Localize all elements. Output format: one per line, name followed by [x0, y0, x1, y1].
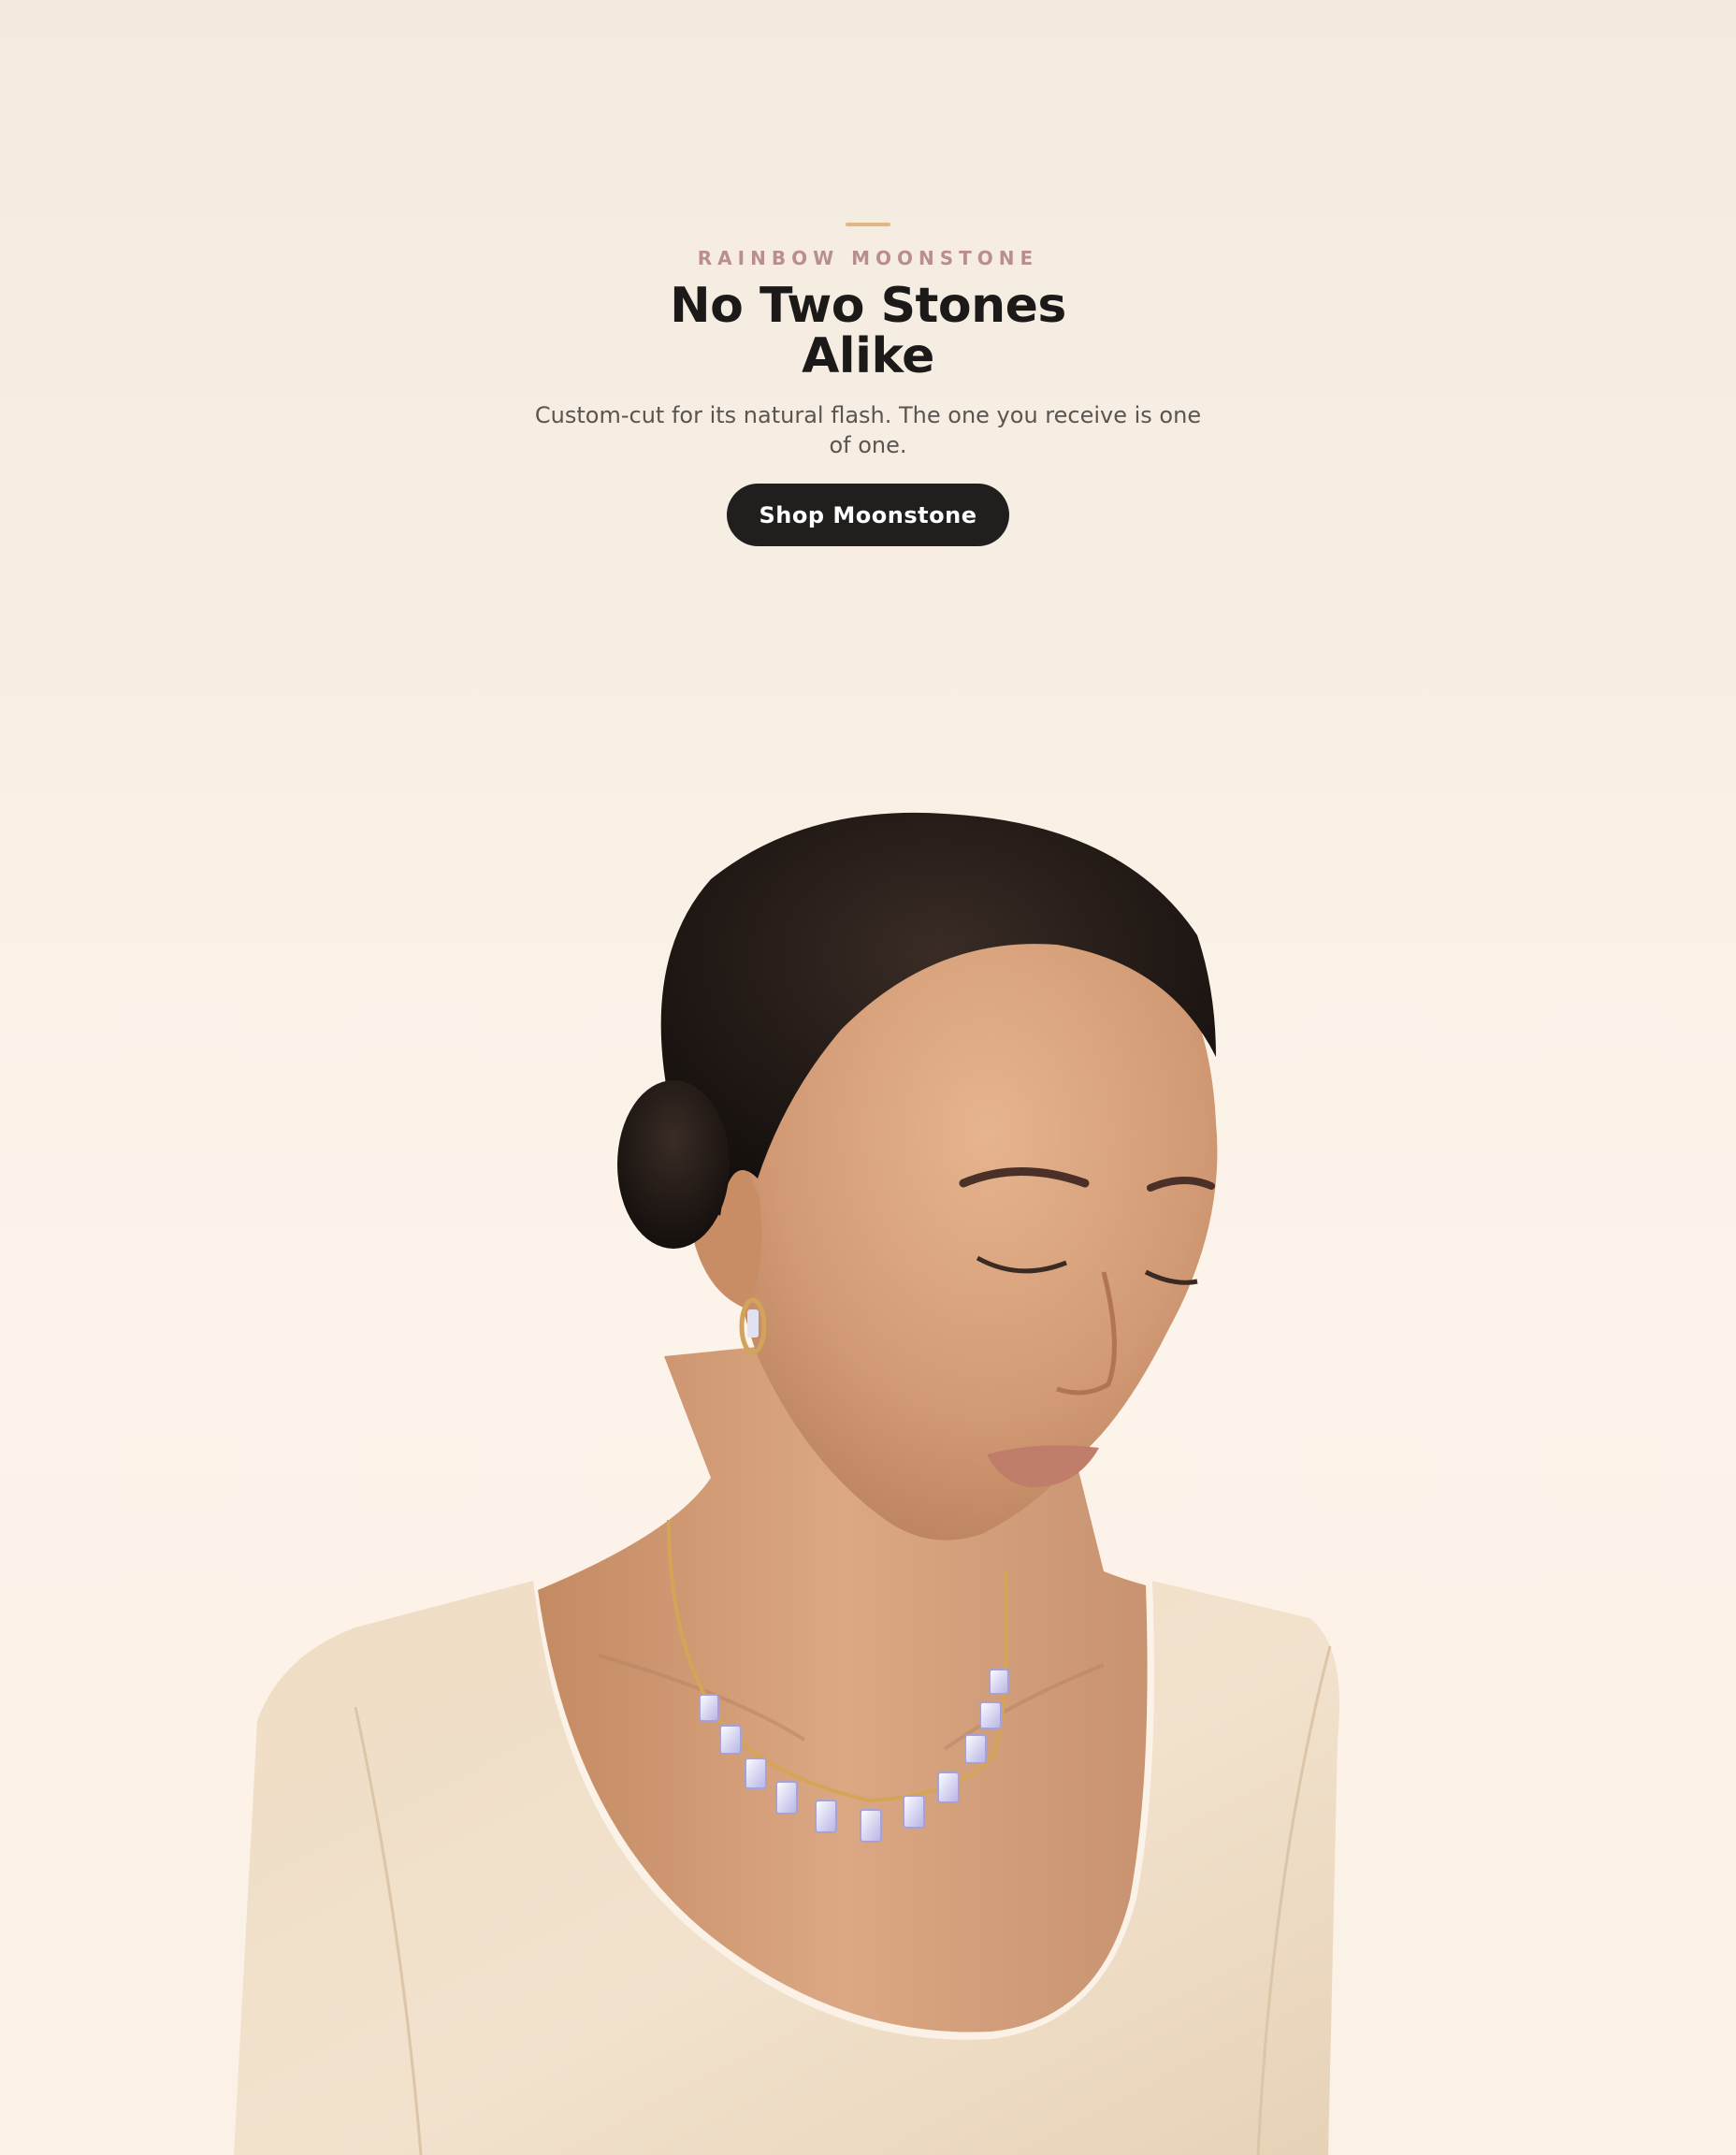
hero-headline-line-2: Alike [802, 328, 934, 384]
hero-headline-line-1: No Two Stones [670, 278, 1066, 334]
hero-subcopy: Custom-cut for its natural flash. The on… [534, 402, 1202, 458]
shop-moonstone-button[interactable]: Shop Moonstone [727, 484, 1009, 546]
hero-headline: No Two Stones Alike [541, 281, 1195, 382]
collection-eyebrow: RAINBOW MOONSTONE [697, 247, 1039, 269]
moonstone-hero-section: RAINBOW MOONSTONE No Two Stones Alike Cu… [0, 0, 1736, 2155]
accent-divider [846, 223, 890, 226]
